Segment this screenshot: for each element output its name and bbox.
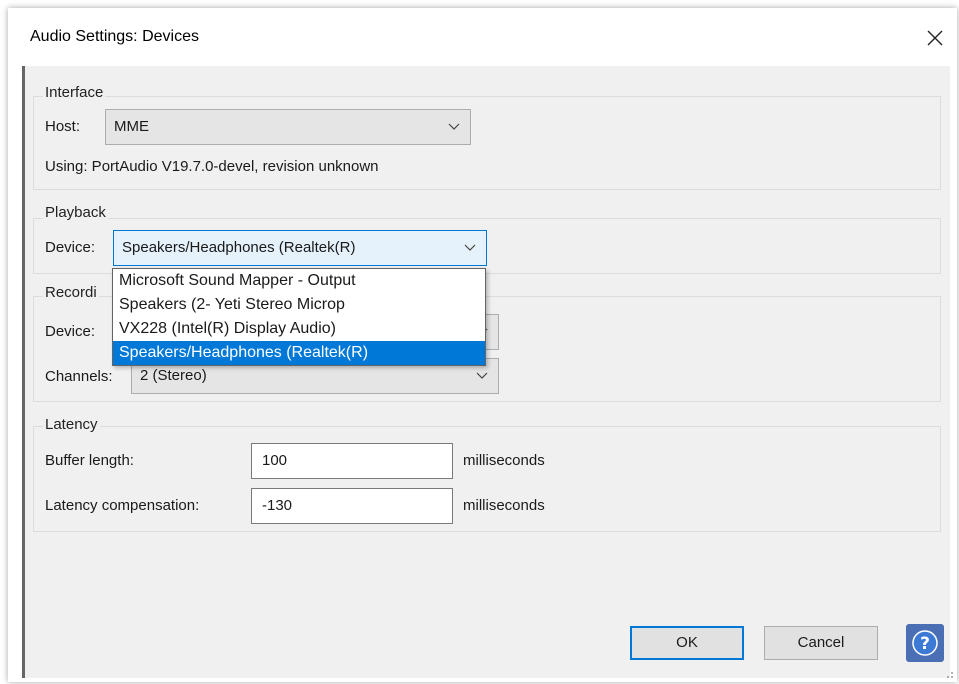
host-label: Host: — [45, 118, 81, 135]
channels-value: 2 (Stereo) — [140, 367, 207, 384]
latency-compensation-input[interactable]: -130 — [251, 488, 453, 524]
ok-button[interactable]: OK — [630, 626, 744, 660]
help-icon: ? — [912, 630, 938, 656]
dropdown-option[interactable]: Microsoft Sound Mapper - Output — [113, 269, 485, 293]
latency-group-label: Latency — [43, 416, 100, 433]
latency-group — [33, 426, 941, 532]
playback-device-dropdown: Microsoft Sound Mapper - Output Speakers … — [112, 268, 486, 366]
buffer-length-label: Buffer length: — [45, 452, 134, 469]
title-bar[interactable]: Audio Settings: Devices — [8, 8, 957, 66]
latency-compensation-value: -130 — [262, 497, 293, 514]
using-info-text: Using: PortAudio V19.7.0-devel, revision… — [45, 158, 379, 175]
interface-group-label: Interface — [43, 84, 106, 101]
help-button[interactable]: ? — [906, 624, 944, 662]
latency-compensation-label: Latency compensation: — [45, 497, 200, 514]
host-select-value: MME — [114, 118, 149, 135]
dialog-body: Interface Host: MME Using: PortAudio V19… — [22, 66, 950, 678]
buffer-length-value: 100 — [262, 452, 288, 469]
dropdown-option[interactable]: Speakers/Headphones (Realtek(R) — [113, 341, 485, 365]
chevron-down-icon — [464, 244, 476, 251]
recording-device-label: Device: — [45, 323, 96, 340]
playback-device-value: Speakers/Headphones (Realtek(R) — [122, 239, 356, 256]
resize-grip-icon[interactable] — [944, 669, 954, 679]
audio-settings-dialog: Audio Settings: Devices Interface Host: … — [8, 8, 957, 682]
host-select[interactable]: MME — [105, 109, 471, 145]
playback-device-select[interactable]: Speakers/Headphones (Realtek(R) — [113, 230, 487, 266]
close-button[interactable] — [913, 18, 957, 58]
buffer-unit-label: milliseconds — [463, 452, 545, 469]
compensation-unit-label: milliseconds — [463, 497, 545, 514]
playback-device-label: Device: — [45, 239, 96, 256]
dropdown-option[interactable]: Speakers (2- Yeti Stereo Microp — [113, 293, 485, 317]
cancel-button[interactable]: Cancel — [764, 626, 878, 660]
window-title: Audio Settings: Devices — [30, 28, 199, 45]
dropdown-option[interactable]: VX228 (Intel(R) Display Audio) — [113, 317, 485, 341]
chevron-down-icon — [476, 372, 488, 379]
buffer-length-input[interactable]: 100 — [251, 443, 453, 479]
channels-label: Channels: — [45, 368, 113, 385]
close-icon — [927, 30, 943, 46]
recording-group-label: Recordi — [43, 284, 99, 301]
chevron-down-icon — [448, 123, 460, 130]
playback-group-label: Playback — [43, 204, 108, 221]
help-glyph: ? — [920, 634, 930, 654]
